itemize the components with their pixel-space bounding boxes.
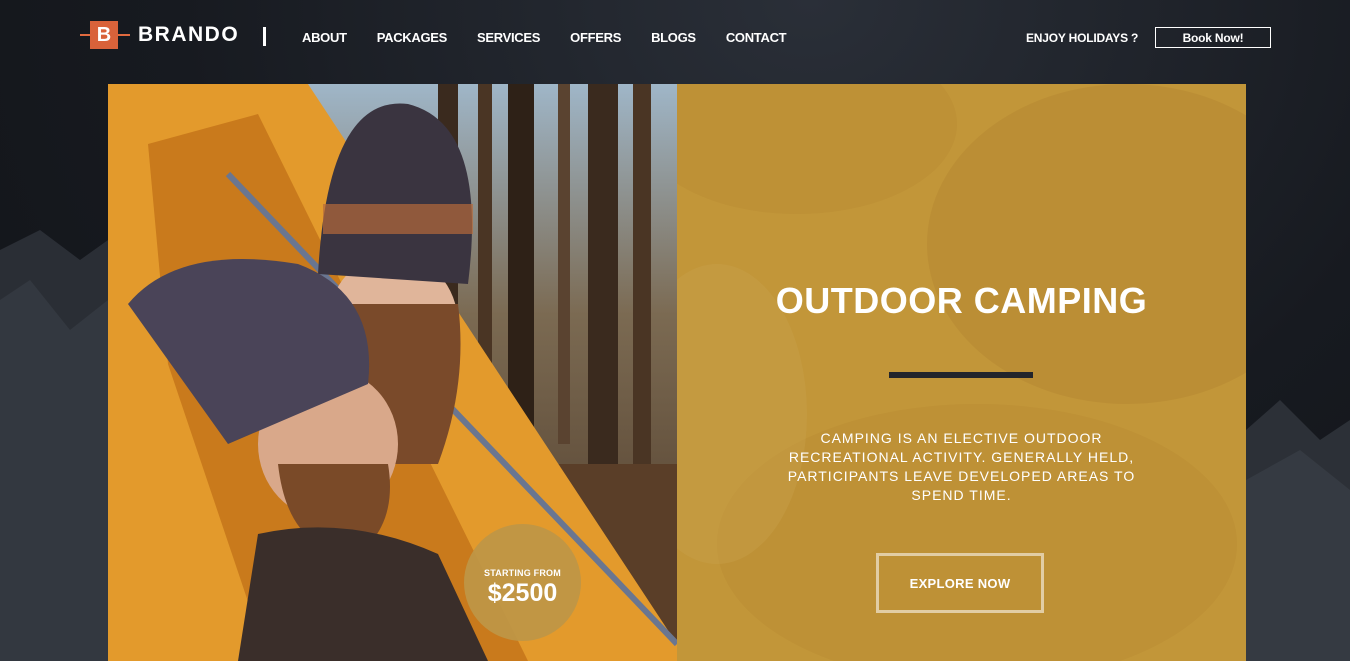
book-now-button[interactable]: Book Now! [1155, 27, 1271, 48]
nav-packages[interactable]: PACKAGES [377, 30, 448, 45]
site-header: B BRANDO ABOUT PACKAGES SERVICES OFFERS … [0, 0, 1350, 76]
price-value: $2500 [487, 579, 558, 607]
hero-description: CAMPING IS AN ELECTIVE OUTDOOR RECREATIO… [787, 430, 1136, 503]
nav-about[interactable]: ABOUT [302, 30, 347, 45]
main-nav: ABOUT PACKAGES SERVICES OFFERS BLOGS CON… [302, 30, 816, 45]
brand-name: BRANDO [138, 23, 240, 46]
nav-services[interactable]: SERVICES [477, 30, 540, 45]
nav-contact[interactable]: CONTACT [726, 30, 787, 45]
nav-offers[interactable]: OFFERS [570, 30, 621, 45]
hero-title: OUTDOOR CAMPING [775, 280, 1148, 321]
price-label: STARTING FROM [484, 568, 561, 578]
title-divider [889, 372, 1033, 378]
logo-mark: B [80, 19, 130, 51]
nav-blogs[interactable]: BLOGS [651, 30, 696, 45]
header-divider [263, 27, 266, 46]
logo[interactable]: B BRANDO [80, 19, 239, 51]
camping-photo: STARTING FROM $2500 [108, 84, 677, 661]
price-badge: STARTING FROM $2500 [464, 524, 581, 641]
content-panel: OUTDOOR CAMPING CAMPING IS AN ELECTIVE O… [677, 84, 1246, 661]
header-tagline: ENJOY HOLIDAYS ? [1026, 31, 1139, 45]
explore-now-button[interactable]: EXPLORE NOW [876, 553, 1044, 613]
